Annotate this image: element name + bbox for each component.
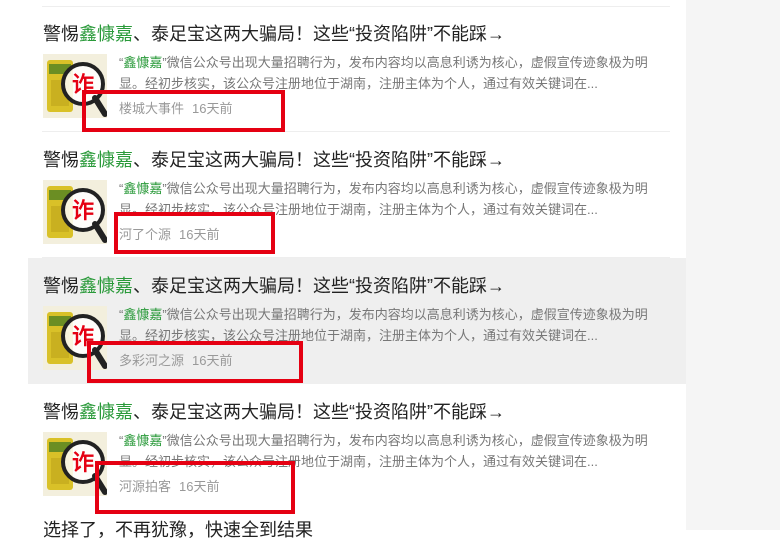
annotation-box <box>82 90 285 132</box>
result-snippet: “鑫慷嘉”微信公众号出现大量招聘行为，发布内容均以高息利诱为核心，虚假宣传迹象极… <box>119 307 648 343</box>
result-title-link[interactable]: 警惕鑫慷嘉、泰足宝这两大骗局！这些“投资陷阱”不能踩→ <box>43 400 505 424</box>
svg-text:诈: 诈 <box>72 199 94 224</box>
keyword-highlight: 鑫慷嘉 <box>123 55 163 70</box>
keyword-highlight: 鑫慷嘉 <box>123 307 163 322</box>
svg-text:诈: 诈 <box>72 451 94 476</box>
left-gutter <box>0 0 28 530</box>
search-results-list: 警惕鑫慷嘉、泰足宝这两大骗局！这些“投资陷阱”不能踩→ 诈 “鑫慷嘉”微信公众号… <box>28 0 686 530</box>
annotation-box <box>87 341 303 383</box>
result-title-link[interactable]: 警惕鑫慷嘉、泰足宝这两大骗局！这些“投资陷阱”不能踩→ <box>43 148 505 172</box>
magnifier-fraud-icon: 诈 <box>43 180 107 244</box>
result-title-link[interactable]: 警惕鑫慷嘉、泰足宝这两大骗局！这些“投资陷阱”不能踩→ <box>43 274 505 298</box>
result-snippet: “鑫慷嘉”微信公众号出现大量招聘行为，发布内容均以高息利诱为核心，虚假宣传迹象极… <box>119 55 648 91</box>
next-result-title-partial[interactable]: 选择了，不再犹豫，快速全到结果 <box>43 518 313 542</box>
keyword-highlight: 鑫慷嘉 <box>79 276 133 296</box>
right-blank-area <box>686 0 780 530</box>
result-thumbnail[interactable]: 诈 <box>43 180 107 244</box>
result-title-link[interactable]: 警惕鑫慷嘉、泰足宝这两大骗局！这些“投资陷阱”不能踩→ <box>43 22 505 46</box>
keyword-highlight: 鑫慷嘉 <box>79 402 133 422</box>
keyword-highlight: 鑫慷嘉 <box>79 150 133 170</box>
keyword-highlight: 鑫慷嘉 <box>123 433 163 448</box>
keyword-highlight: 鑫慷嘉 <box>123 181 163 196</box>
annotation-box <box>114 212 275 254</box>
annotation-box <box>95 461 295 514</box>
keyword-highlight: 鑫慷嘉 <box>79 24 133 44</box>
